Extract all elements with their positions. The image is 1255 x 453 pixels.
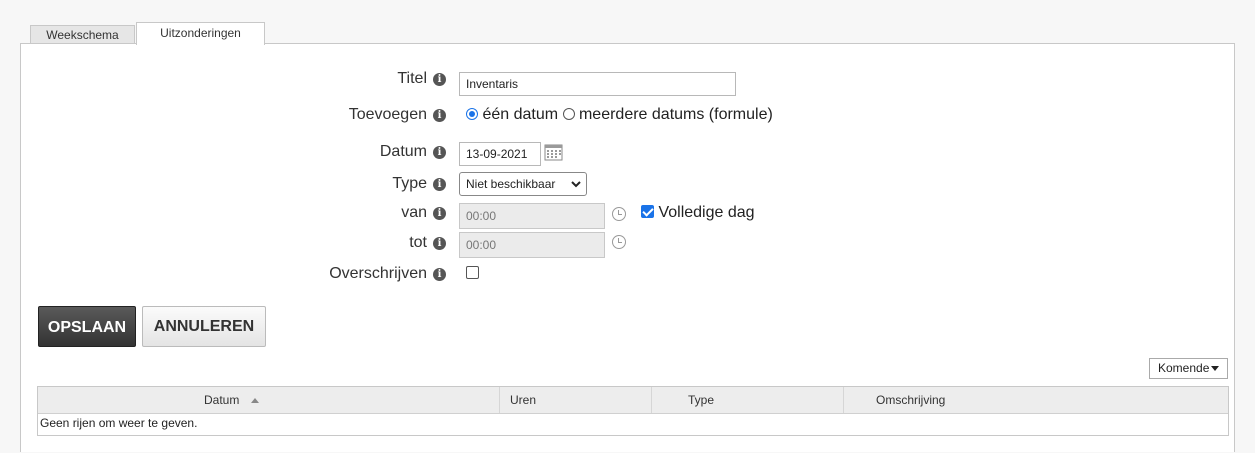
radio-meerdere-datums-label[interactable]: meerdere datums (formule) [579, 106, 773, 123]
titel-label-text: Titel [397, 70, 427, 87]
type-select[interactable]: Niet beschikbaar [459, 172, 587, 196]
column-header-uren[interactable]: Uren [499, 387, 651, 413]
period-filter-dropdown[interactable]: Komende [1149, 358, 1228, 379]
radio-meerdere-datums[interactable] [562, 108, 575, 120]
info-icon[interactable]: i [433, 207, 446, 220]
volledige-dag-label[interactable]: Volledige dag [658, 204, 754, 221]
grid-header: Datum Uren Type Omschrijving [38, 387, 1228, 414]
titel-label: Titel i [397, 69, 446, 89]
tot-time-input[interactable]: 00:00 [459, 232, 605, 258]
datum-label: Datum i [380, 142, 446, 162]
overschrijven-label-text: Overschrijven [329, 265, 427, 282]
tot-label-text: tot [409, 234, 427, 251]
column-header-datum-label: Datum [204, 393, 240, 407]
volledige-dag-checkbox[interactable] [641, 205, 654, 218]
datum-label-text: Datum [379, 143, 427, 160]
alarm-clock-icon[interactable] [612, 207, 626, 221]
caret-down-icon [1211, 366, 1219, 371]
toevoegen-radio-group: één datum meerdere datums (formule) [466, 105, 773, 125]
radio-een-datum[interactable] [466, 108, 478, 120]
info-icon[interactable]: i [433, 73, 446, 86]
info-icon[interactable]: i [433, 268, 446, 281]
cancel-button[interactable]: ANNULEREN [142, 306, 266, 347]
save-button[interactable]: OPSLAAN [38, 306, 136, 347]
column-header-omschrijving[interactable]: Omschrijving [843, 387, 1228, 413]
alarm-clock-icon[interactable] [612, 235, 626, 249]
tab-weekschema[interactable]: Weekschema [30, 25, 135, 44]
titel-input[interactable]: Inventaris [459, 72, 736, 96]
period-filter-value: Komende [1158, 361, 1210, 375]
info-icon[interactable]: i [433, 146, 446, 159]
datum-input[interactable]: 13-09-2021 [459, 142, 541, 166]
info-icon[interactable]: i [433, 178, 446, 191]
exceptions-grid: Datum Uren Type Omschrijving Geen rijen … [37, 386, 1229, 436]
tab-uitzonderingen[interactable]: Uitzonderingen [136, 22, 265, 45]
toevoegen-label: Toevoegen i [349, 105, 446, 125]
type-label: Type i [392, 174, 446, 194]
tot-label: tot i [409, 233, 446, 253]
van-label: van i [401, 203, 446, 223]
van-time-input[interactable]: 00:00 [459, 203, 605, 229]
info-icon[interactable]: i [433, 109, 446, 122]
volledige-dag-option: Volledige dag [641, 203, 755, 223]
empty-grid-message: Geen rijen om weer te geven. [40, 416, 198, 430]
overschrijven-label: Overschrijven i [329, 264, 446, 284]
calendar-icon[interactable] [544, 144, 563, 161]
overschrijven-checkbox[interactable] [466, 266, 479, 279]
toevoegen-label-text: Toevoegen [348, 106, 427, 123]
chevron-down-icon [571, 181, 581, 188]
column-header-datum[interactable]: Datum [204, 387, 499, 413]
van-label-text: van [401, 204, 427, 221]
type-select-value: Niet beschikbaar [466, 177, 556, 191]
type-label-text: Type [392, 175, 427, 192]
sort-asc-icon [250, 398, 259, 403]
column-header-type[interactable]: Type [651, 387, 843, 413]
info-icon[interactable]: i [433, 237, 446, 250]
radio-een-datum-label[interactable]: één datum [482, 106, 558, 123]
